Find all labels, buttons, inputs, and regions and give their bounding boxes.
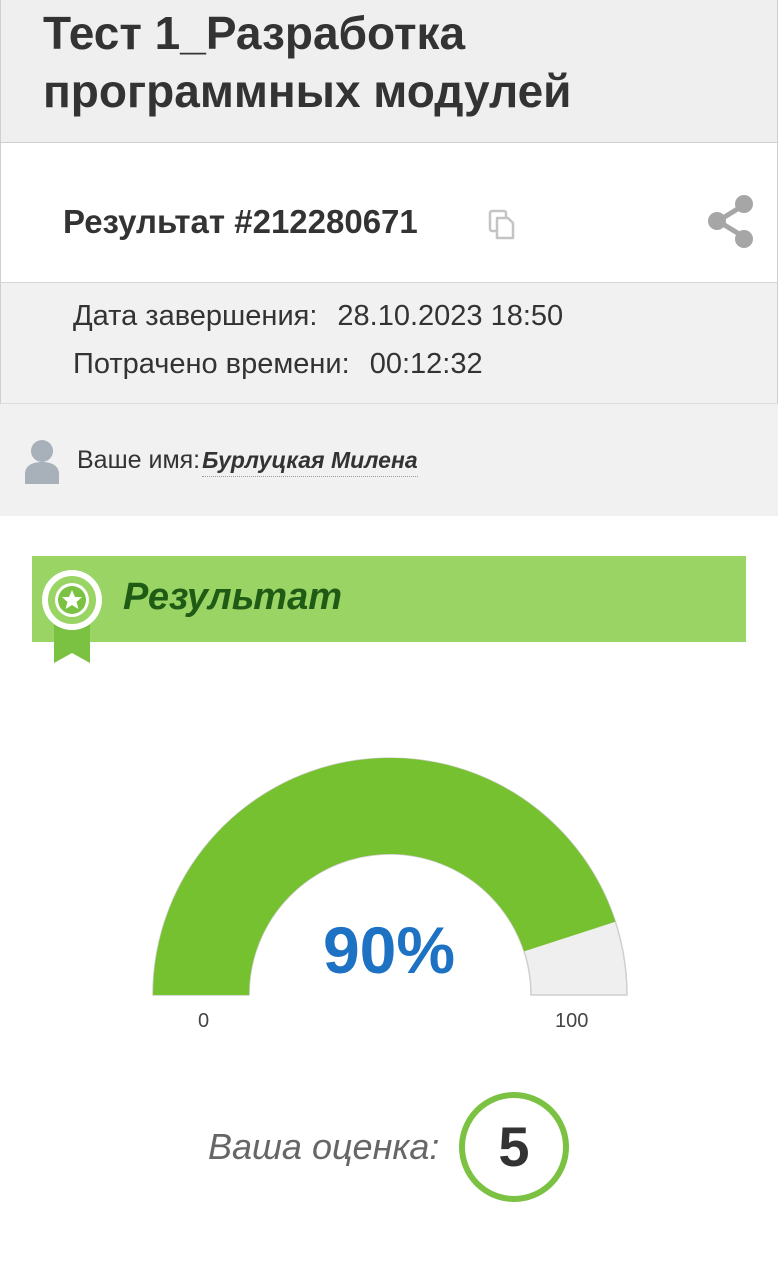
gauge-percent-value: 90% xyxy=(322,913,456,987)
completion-date-value: 28.10.2023 18:50 xyxy=(337,300,564,332)
result-banner-title: Результат xyxy=(123,576,343,618)
user-name-value[interactable]: Бурлуцкая Милена xyxy=(202,447,418,477)
user-icon xyxy=(25,440,59,484)
gauge-max-label: 100 xyxy=(555,1010,589,1032)
user-name-row: Ваше имя:Бурлуцкая Милена xyxy=(0,404,778,516)
grade-label: Ваша оценка: xyxy=(208,1126,440,1167)
time-spent: Потрачено времени: 00:12:32 xyxy=(73,348,483,381)
result-title: Результат #212280671 xyxy=(63,203,418,240)
page-title: Тест 1_Разработка программных модулей xyxy=(43,7,572,117)
time-spent-label: Потрачено времени: xyxy=(73,348,350,380)
share-icon[interactable] xyxy=(706,193,756,251)
completion-date-label: Дата завершения: xyxy=(73,300,318,332)
gauge-min-label: 0 xyxy=(198,1010,210,1032)
time-spent-value: 00:12:32 xyxy=(369,348,483,380)
copy-icon[interactable] xyxy=(488,209,516,241)
grade-value: 5 xyxy=(459,1092,569,1202)
result-banner: Результат xyxy=(32,556,746,642)
award-badge-icon xyxy=(42,570,102,663)
result-info: Дата завершения: 28.10.2023 18:50 Потраче… xyxy=(0,283,778,404)
page-header: Тест 1_Разработка программных модулей xyxy=(0,0,778,143)
completion-date: Дата завершения: 28.10.2023 18:50 xyxy=(73,300,563,333)
user-name-field: Ваше имя:Бурлуцкая Милена xyxy=(77,446,418,477)
result-header: Результат #212280671 xyxy=(0,143,778,283)
user-name-label: Ваше имя: xyxy=(77,446,201,474)
